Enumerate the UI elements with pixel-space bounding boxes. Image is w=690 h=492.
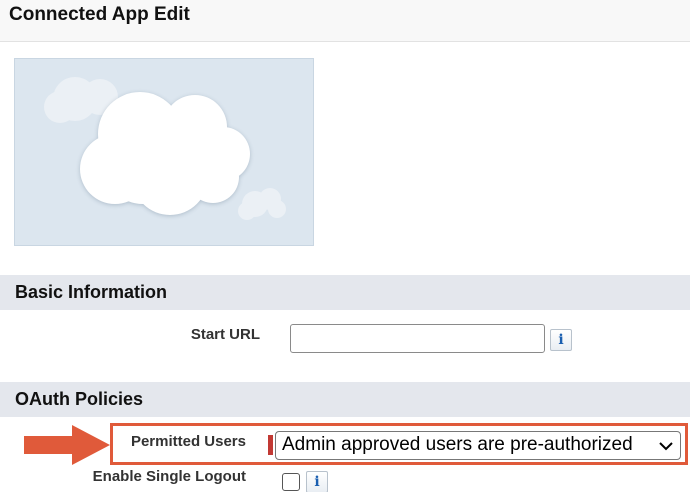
section-oauth-policies: OAuth Policies <box>0 382 690 417</box>
permitted-users-label: Permitted Users <box>130 433 246 450</box>
permitted-users-select[interactable]: Admin approved users are pre-authorized <box>275 431 681 460</box>
app-logo <box>14 58 314 246</box>
section-title-oauth-policies: OAuth Policies <box>15 389 144 409</box>
section-title-basic-information: Basic Information <box>15 282 168 302</box>
start-url-input[interactable] <box>290 324 545 353</box>
permitted-users-selected-value: Admin approved users are pre-authorized <box>282 434 633 455</box>
single-logout-info-icon[interactable]: i <box>306 471 328 492</box>
section-basic-information: Basic Information <box>0 275 690 310</box>
start-url-label: Start URL <box>190 326 260 343</box>
page-header: Connected App Edit <box>0 0 690 42</box>
chevron-down-icon <box>659 442 673 451</box>
required-indicator <box>268 435 273 455</box>
arrow-right-icon <box>24 425 110 465</box>
cloud-logo-icon <box>44 77 286 220</box>
single-logout-checkbox[interactable] <box>282 473 300 491</box>
start-url-info-icon[interactable]: i <box>550 329 572 351</box>
single-logout-label: Enable Single Logout <box>92 468 246 485</box>
page-title: Connected App Edit <box>9 4 190 25</box>
